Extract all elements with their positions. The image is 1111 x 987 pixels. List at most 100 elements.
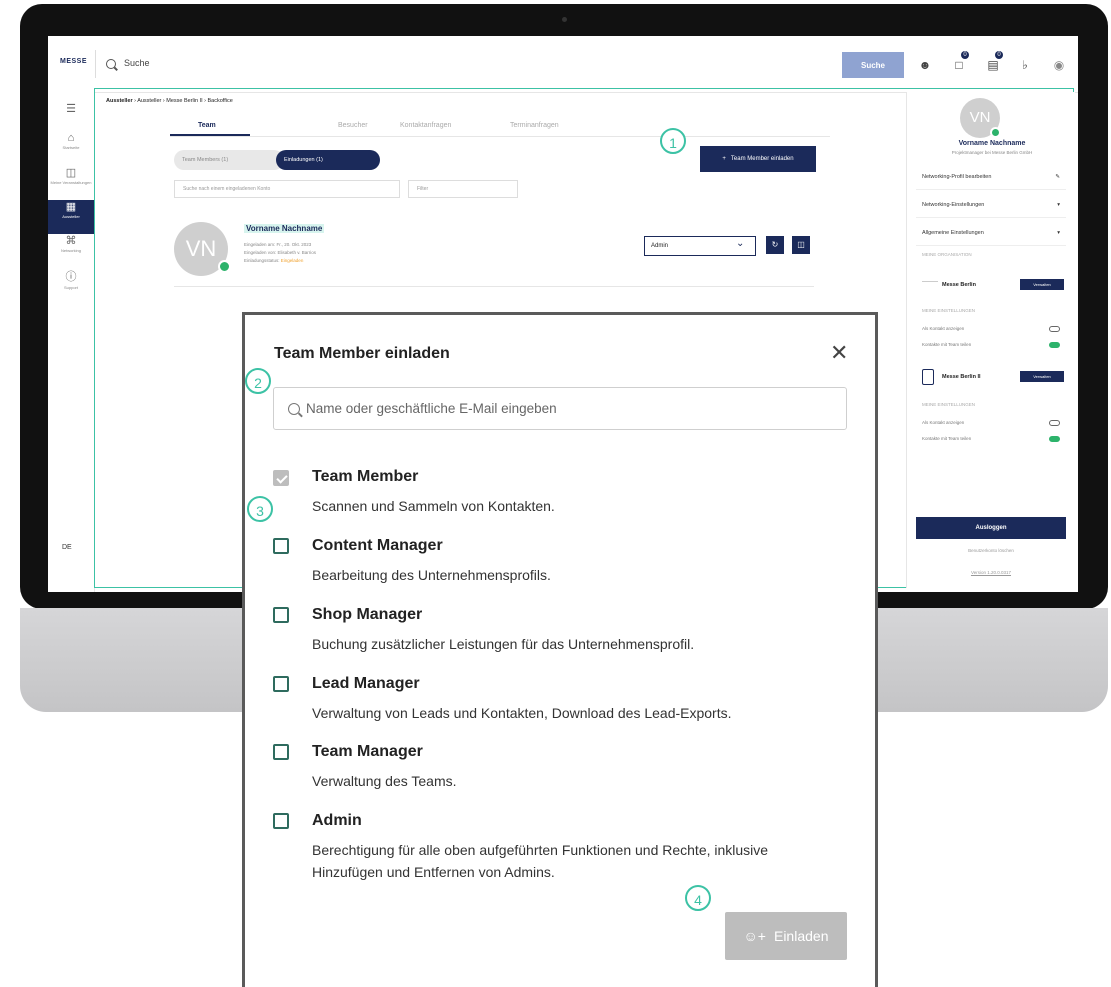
status-label: Einladungsstatus: [244, 258, 280, 263]
setting-label: Als Kontakt anzeigen [922, 326, 965, 331]
menu-edit-networking-profile[interactable]: Networking-Profil bearbeiten ✎ [916, 164, 1066, 190]
chip-team-members[interactable]: Team Members (1) [174, 150, 284, 170]
org-name: Messe Berlin [942, 282, 976, 288]
tab-active-indicator [170, 134, 250, 136]
logout-button[interactable]: Ausloggen [916, 517, 1066, 539]
menu-label: Allgemeine Einstellungen [922, 229, 984, 236]
profile-name: Vorname Nachname [958, 140, 1026, 147]
role-checkbox-shop-manager[interactable] [273, 607, 289, 623]
role-checkbox-lead-manager[interactable] [273, 676, 289, 692]
app-logo[interactable]: MESSE [60, 58, 87, 65]
tab-visitors[interactable]: Besucher [338, 122, 368, 129]
role-title: Team Member [312, 468, 419, 485]
tab-team[interactable]: Team [198, 122, 216, 129]
role-checkbox-admin[interactable] [273, 813, 289, 829]
role-desc: Berechtigung für alle oben aufgeführten … [312, 842, 769, 880]
search-button[interactable]: Suche [842, 52, 904, 78]
invite-submit-button[interactable]: ☺+ Einladen [725, 912, 847, 960]
camera-dot [562, 17, 567, 22]
nav-exhibitor[interactable]: ▦ Aussteller [48, 200, 94, 234]
left-nav: ☰ ⌂ Startseite ◫ Meine Veranstaltungen ▦ Au… [48, 92, 95, 592]
chip-invitations[interactable]: Einladungen (1) [276, 150, 380, 170]
invite-search-input[interactable]: Name oder geschäftliche E-Mail eingeben [273, 387, 847, 430]
manage-org-button[interactable]: Verwalten [1020, 371, 1064, 382]
tab-appointment-requests[interactable]: Terminanfragen [510, 122, 559, 129]
section-heading: MEINE EINSTELLUNGEN [922, 308, 976, 313]
role-desc: Bearbeitung des Unternehmensprofils. [312, 567, 551, 583]
manage-org-button[interactable]: Verwalten [1020, 279, 1064, 290]
search-placeholder: Suche nach einem eingeladenen Konto [183, 186, 271, 192]
chevron-down-icon: ⌄ [736, 238, 745, 249]
filter-select[interactable]: Filter [408, 180, 518, 198]
chat-icon[interactable]: □ 0 [948, 51, 970, 76]
search-icon [106, 59, 116, 69]
role-checkbox-team-member[interactable] [273, 470, 289, 486]
add-user-icon: + [722, 156, 726, 162]
nav-home[interactable]: ⌂ Startseite [48, 132, 94, 166]
setting-label: Als Kontakt anzeigen [922, 420, 965, 425]
role-desc: Verwaltung des Teams. [312, 773, 457, 789]
nav-support[interactable]: ⓘ Support [48, 268, 94, 302]
add-user-icon: ☺+ [743, 928, 766, 944]
breadcrumb-item[interactable]: Messe Berlin II [166, 98, 202, 104]
member-name: Vorname Nachname [244, 224, 325, 233]
role-desc: Scannen und Sammeln von Kontakten. [312, 498, 555, 514]
search-placeholder: Name oder geschäftliche E-Mail eingeben [306, 401, 557, 416]
close-icon[interactable]: ✕ [830, 342, 848, 364]
org-logo [922, 369, 934, 385]
grid-icon: ▦ [65, 201, 77, 213]
setting-row: Kontakte mit Team teilen [916, 342, 1066, 348]
chat-badge: 0 [961, 51, 969, 59]
callout-2: 2 [245, 368, 271, 394]
share-contacts-toggle[interactable] [1049, 436, 1060, 442]
tab-contact-requests[interactable]: Kontaktanfragen [400, 122, 451, 129]
show-contact-toggle[interactable] [1049, 326, 1060, 332]
role-desc: Buchung zusätzlicher Leistungen für das … [312, 636, 695, 652]
resend-invite-button[interactable]: ↻ [766, 236, 784, 254]
role-title: Content Manager [312, 537, 443, 554]
profile-avatar-icon[interactable]: ◉ [1048, 54, 1070, 76]
global-search-input[interactable]: Suche [124, 58, 150, 68]
nav-events[interactable]: ◫ Meine Veranstaltungen [48, 166, 94, 200]
breadcrumb: Aussteller › Aussteller › Messe Berlin I… [106, 98, 233, 104]
nav-menu[interactable]: ☰ [48, 102, 94, 136]
invite-team-member-button[interactable]: + Team Member einladen [700, 146, 816, 172]
chip-label: Team Members (1) [182, 157, 229, 163]
cart-icon[interactable]: ▤ 0 [982, 51, 1004, 76]
menu-general-settings[interactable]: Allgemeine Einstellungen ▾ [916, 220, 1066, 246]
callout-1: 1 [660, 128, 686, 154]
hamburger-icon: ☰ [66, 103, 76, 115]
chip-label: Einladungen (1) [284, 157, 323, 163]
chevron-down-icon: ▾ [1057, 201, 1060, 208]
invited-by: Eingeladen von: Elisabeth v. Barrios [244, 250, 316, 255]
section-heading: MEINE EINSTELLUNGEN [922, 402, 976, 407]
calendar-icon: ◫ [65, 167, 77, 179]
nav-networking[interactable]: ⌘ Networking [48, 234, 94, 268]
breadcrumb-item[interactable]: Aussteller [137, 98, 161, 104]
breadcrumb-item[interactable]: Aussteller [106, 98, 133, 104]
callout-4: 4 [685, 885, 711, 911]
help-icon: ⓘ [65, 271, 77, 283]
show-contact-toggle[interactable] [1049, 420, 1060, 426]
version-link[interactable]: Version 1.20.0.0317 [916, 570, 1066, 575]
bell-icon[interactable]: ♭ [1014, 54, 1036, 76]
section-heading: MEINE ORGANISATION [922, 252, 972, 257]
invitation-search-input[interactable]: Suche nach einem eingeladenen Konto [174, 180, 400, 198]
language-switch[interactable]: DE [62, 544, 72, 551]
role-desc: Verwaltung von Leads und Kontakten, Down… [312, 705, 732, 721]
edit-profile-icon: ✎ [1055, 173, 1060, 180]
chevron-down-icon: ▾ [1057, 229, 1060, 236]
setting-row: Als Kontakt anzeigen [916, 326, 1066, 332]
member-meta: Eingeladen am: Fr., 20. Okt. 2023 Eingel… [244, 241, 316, 265]
delete-account-link[interactable]: Benutzerkonto löschen [916, 548, 1066, 553]
online-status-dot [218, 260, 231, 273]
trash-icon: ◫ [797, 240, 805, 249]
menu-networking-settings[interactable]: Networking-Einstellungen ▾ [916, 192, 1066, 218]
user-icon[interactable]: ☻ [914, 54, 936, 76]
network-icon: ⌘ [65, 235, 77, 247]
delete-invite-button[interactable]: ◫ [792, 236, 810, 254]
setting-label: Kontakte mit Team teilen [922, 436, 972, 441]
role-checkbox-team-manager[interactable] [273, 744, 289, 760]
role-checkbox-content-manager[interactable] [273, 538, 289, 554]
share-contacts-toggle[interactable] [1049, 342, 1060, 348]
